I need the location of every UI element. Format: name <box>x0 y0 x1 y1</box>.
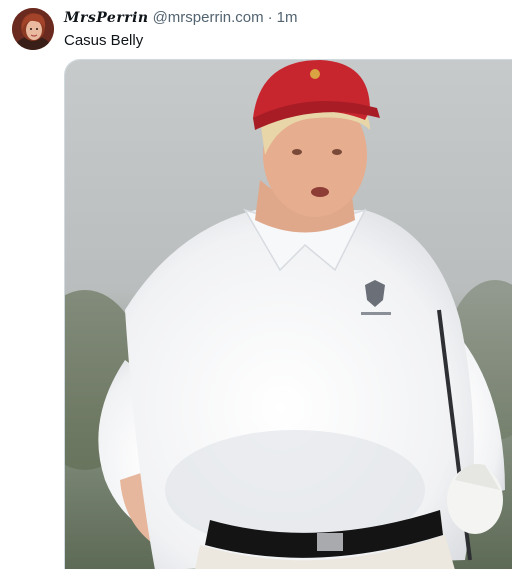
timestamp[interactable]: 1m <box>277 9 298 27</box>
post-media[interactable] <box>64 59 512 569</box>
user-handle[interactable]: @mrsperrin.com <box>153 9 264 27</box>
post-header: MrsPerrin @mrsperrin.com · 1m <box>64 9 504 27</box>
separator-dot: · <box>267 9 273 26</box>
avatar[interactable] <box>12 8 54 50</box>
golfer-photo <box>65 60 512 569</box>
display-name[interactable]: MrsPerrin <box>64 9 149 27</box>
post-text: Casus Belly <box>64 32 144 49</box>
avatar-image <box>12 8 54 50</box>
